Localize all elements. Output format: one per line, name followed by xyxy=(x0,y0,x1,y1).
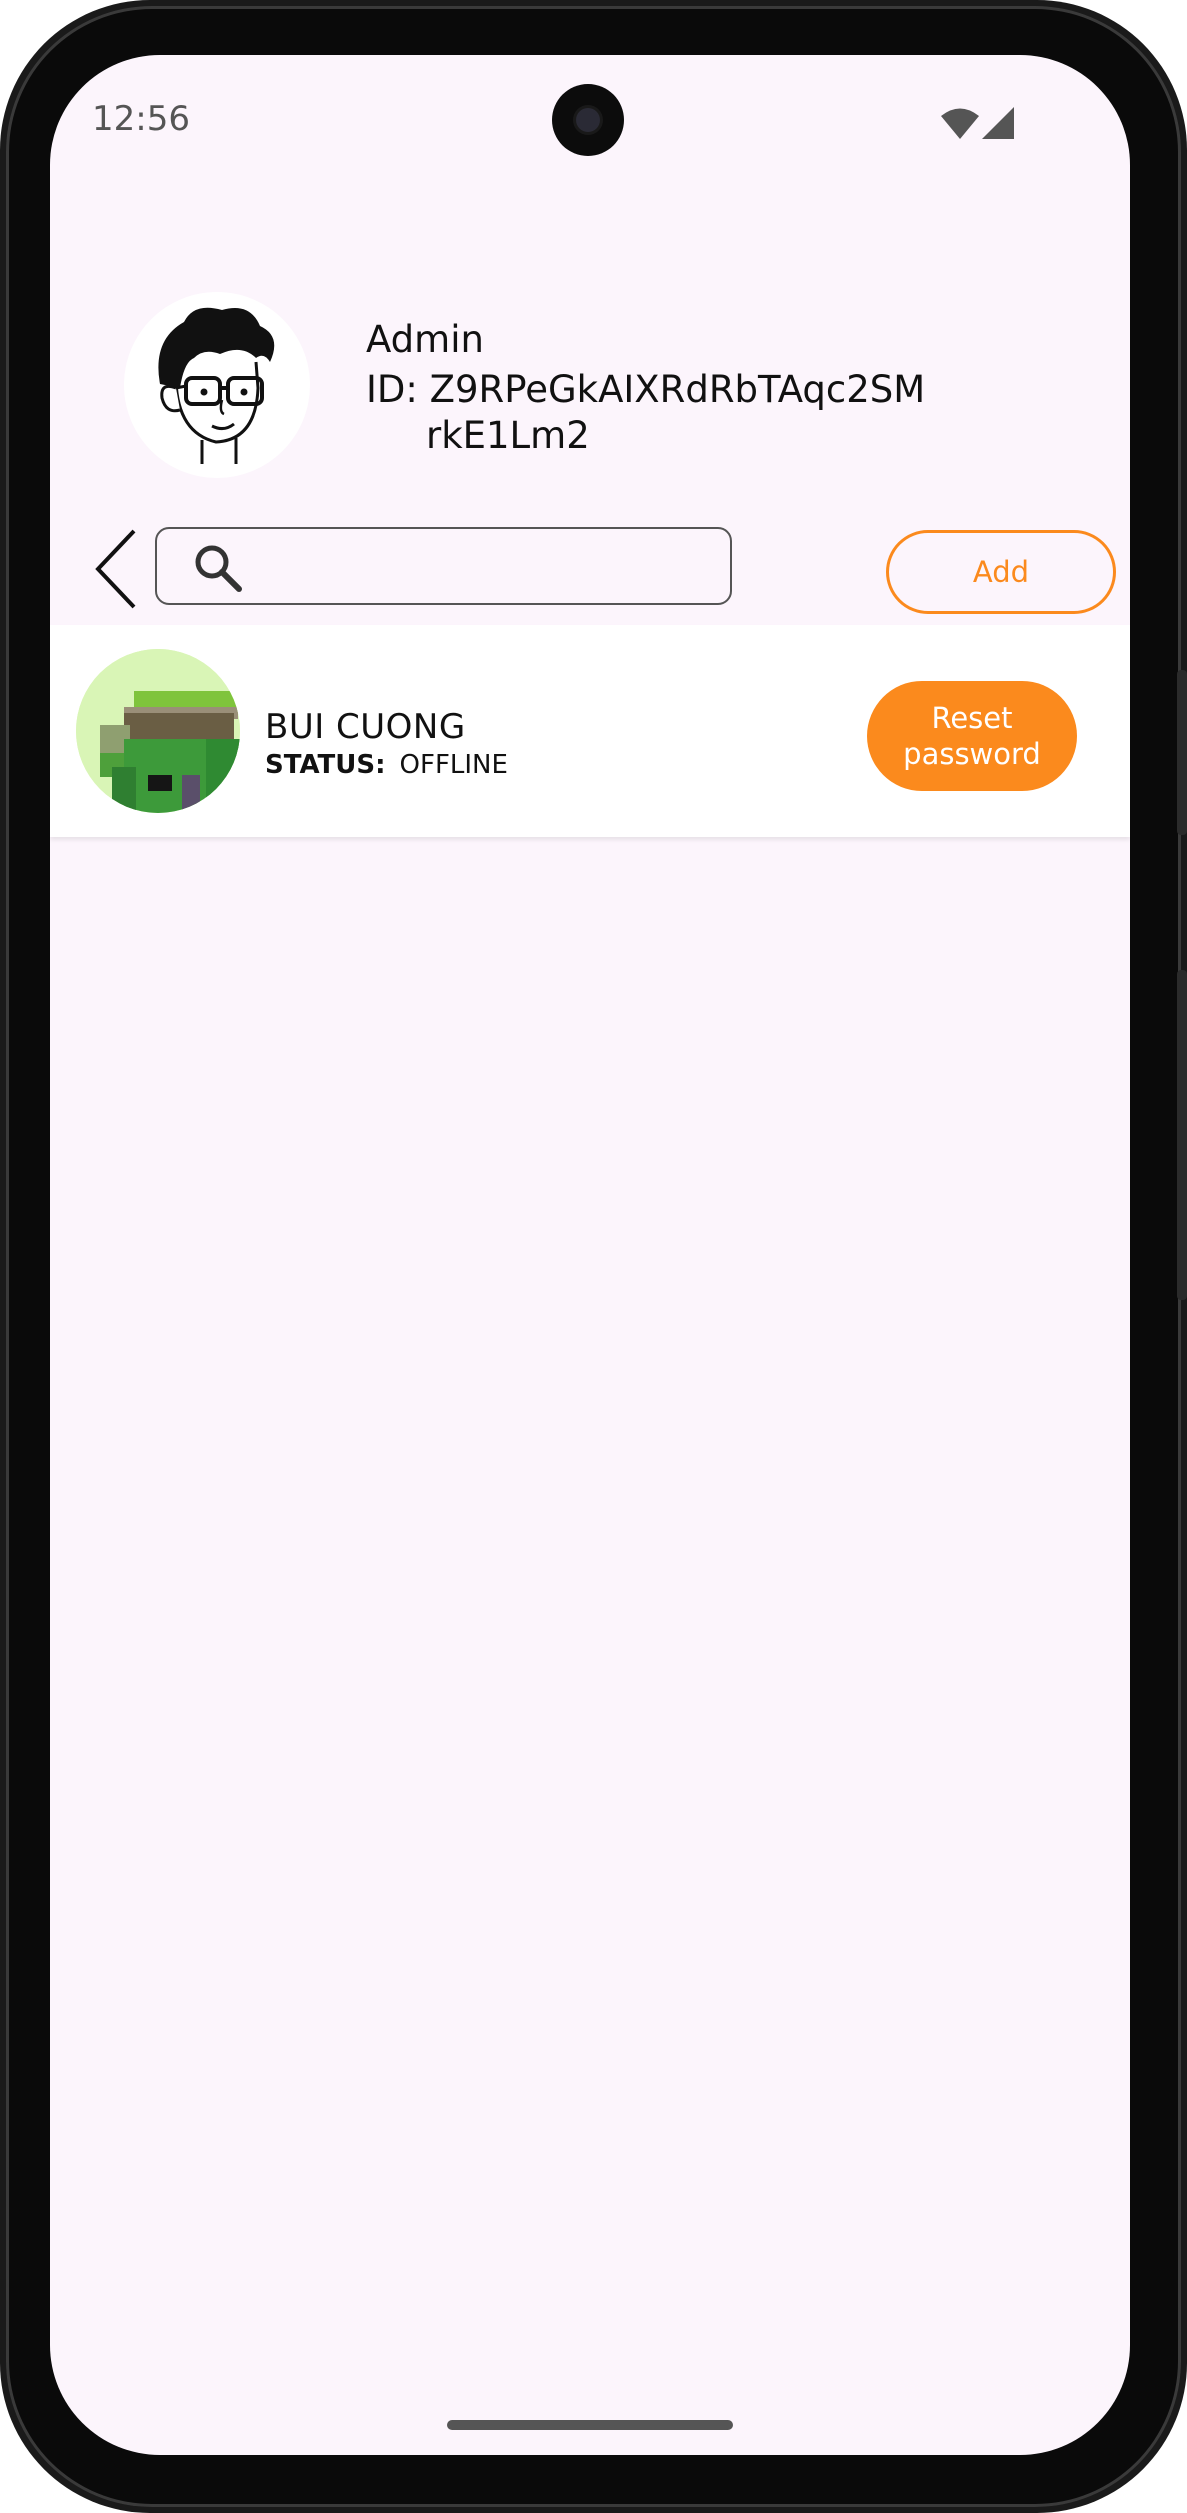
search-icon xyxy=(195,545,242,592)
wifi-icon xyxy=(941,108,979,139)
status-time: 12:56 xyxy=(92,99,190,139)
user-list-item[interactable]: BUI CUONG STATUS: OFFLINE Reset password xyxy=(50,625,1130,837)
user-avatar xyxy=(76,649,240,813)
admin-id-line1: ID: Z9RPeGkAIXRdRbTAqc2SM xyxy=(366,368,926,411)
reset-password-button[interactable]: Reset password xyxy=(867,681,1077,791)
phone-frame: 12:56 Admin ID: Z9RPeGkAIXRdRbTAqc2SM rk… xyxy=(0,0,1187,2513)
admin-id: ID: Z9RPeGkAIXRdRbTAqc2SM rkE1Lm2 xyxy=(366,367,1006,459)
volume-button xyxy=(1177,970,1187,1300)
chevron-left-icon[interactable] xyxy=(90,527,150,611)
status-label: STATUS: xyxy=(265,750,386,780)
home-indicator[interactable] xyxy=(447,2420,733,2430)
user-name: BUI CUONG xyxy=(265,707,466,747)
search-input[interactable] xyxy=(253,539,717,595)
admin-name: Admin xyxy=(366,318,484,361)
add-button[interactable]: Add xyxy=(886,530,1116,614)
cell-signal-icon xyxy=(982,107,1014,139)
status-value: OFFLINE xyxy=(399,750,508,780)
front-camera xyxy=(552,84,624,156)
search-box[interactable] xyxy=(155,527,732,605)
admin-avatar-illustration xyxy=(158,307,275,464)
power-button xyxy=(1177,670,1187,835)
pixel-avatar-illustration xyxy=(76,649,240,813)
app-screen: 12:56 Admin ID: Z9RPeGkAIXRdRbTAqc2SM rk… xyxy=(50,55,1130,2455)
user-status: STATUS: OFFLINE xyxy=(265,750,508,780)
admin-avatar xyxy=(124,292,310,478)
admin-id-line2: rkE1Lm2 xyxy=(426,414,590,457)
